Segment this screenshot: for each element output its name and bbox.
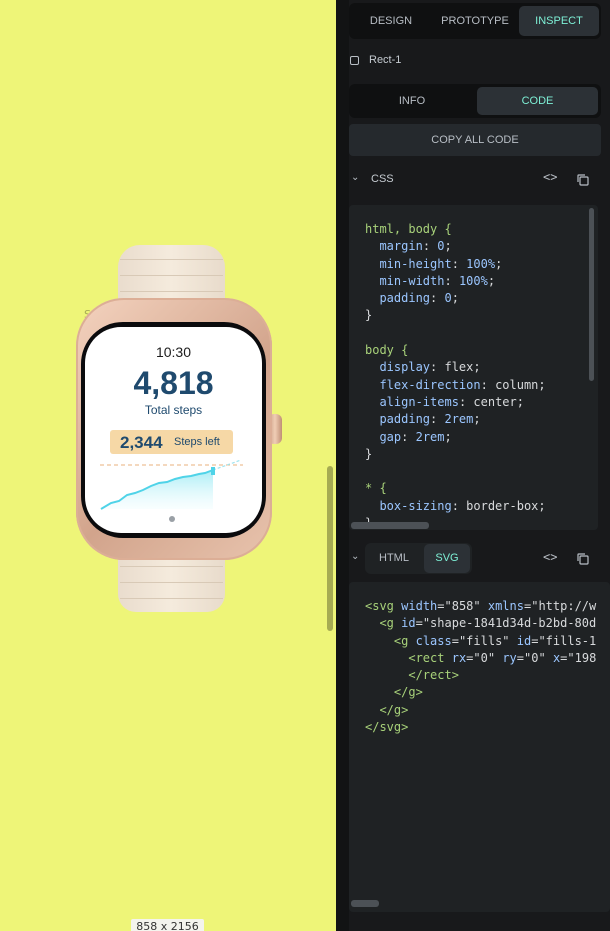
watch-strap-bottom	[118, 552, 225, 612]
view-tabs: INFO CODE	[349, 84, 601, 118]
steps-left-label: Steps left	[174, 436, 220, 448]
design-canvas[interactable]: Step 10:30 4,818 Total steps 2,344 Steps…	[0, 0, 336, 931]
watch-strap-top	[118, 245, 225, 305]
css-horizontal-scrollbar[interactable]	[351, 522, 429, 529]
rect-layer-icon	[350, 56, 359, 65]
code-view-icon[interactable]: <>	[543, 550, 557, 564]
inspector-panel: DESIGN PROTOTYPE INSPECT Rect-1 INFO COD…	[349, 0, 610, 931]
markup-tabs: HTML SVG	[365, 543, 472, 574]
steps-left-value: 2,344	[120, 433, 163, 452]
chevron-down-icon[interactable]: ⌄	[351, 172, 359, 183]
tab-code[interactable]: CODE	[477, 87, 598, 115]
tab-html[interactable]: HTML	[367, 544, 421, 573]
copy-icon[interactable]	[576, 552, 590, 566]
panel-divider	[336, 0, 349, 931]
mode-tabs: DESIGN PROTOTYPE INSPECT	[349, 3, 601, 39]
layer-name: Rect-1	[369, 54, 402, 66]
copy-icon[interactable]	[576, 173, 590, 187]
code-view-icon[interactable]: <>	[543, 170, 557, 184]
steps-progress-chart	[100, 459, 243, 510]
css-section-header: ⌄ CSS <>	[349, 167, 601, 193]
progress-area	[101, 470, 213, 509]
css-vertical-scrollbar[interactable]	[589, 208, 594, 381]
tab-prototype[interactable]: PROTOTYPE	[433, 6, 517, 36]
total-steps-label: Total steps	[144, 403, 203, 417]
watch-time: 10:30	[155, 344, 192, 360]
tab-info[interactable]: INFO	[352, 87, 472, 115]
tab-inspect[interactable]: INSPECT	[519, 6, 599, 36]
svg-code-block[interactable]: <svg width="858" xmlns="http://w <g id="…	[349, 582, 610, 912]
svg-code: <svg width="858" xmlns="http://w <g id="…	[365, 599, 597, 735]
css-section-title: CSS	[371, 173, 394, 185]
tab-svg[interactable]: SVG	[424, 544, 470, 573]
total-steps-value: 4,818	[133, 365, 214, 401]
copy-all-code-button[interactable]: COPY ALL CODE	[349, 124, 601, 156]
frame-size-badge: 858 x 2156	[131, 919, 204, 931]
css-code: html, body { margin: 0; min-height: 100%…	[365, 222, 546, 530]
page-indicator-dot	[169, 516, 175, 522]
selected-layer[interactable]: Rect-1	[349, 52, 549, 70]
watch-screen[interactable]: 10:30 4,818 Total steps 2,344 Steps left	[85, 327, 262, 533]
markup-section-header: ⌄ HTML SVG <>	[349, 543, 601, 575]
canvas-scrollbar[interactable]	[327, 466, 333, 631]
css-code-block[interactable]: html, body { margin: 0; min-height: 100%…	[349, 205, 598, 530]
tab-design[interactable]: DESIGN	[352, 6, 430, 36]
steps-left-badge: 2,344 Steps left	[110, 430, 233, 454]
chevron-down-icon[interactable]: ⌄	[351, 551, 359, 562]
current-marker	[211, 467, 215, 475]
svg-horizontal-scrollbar[interactable]	[351, 900, 379, 907]
